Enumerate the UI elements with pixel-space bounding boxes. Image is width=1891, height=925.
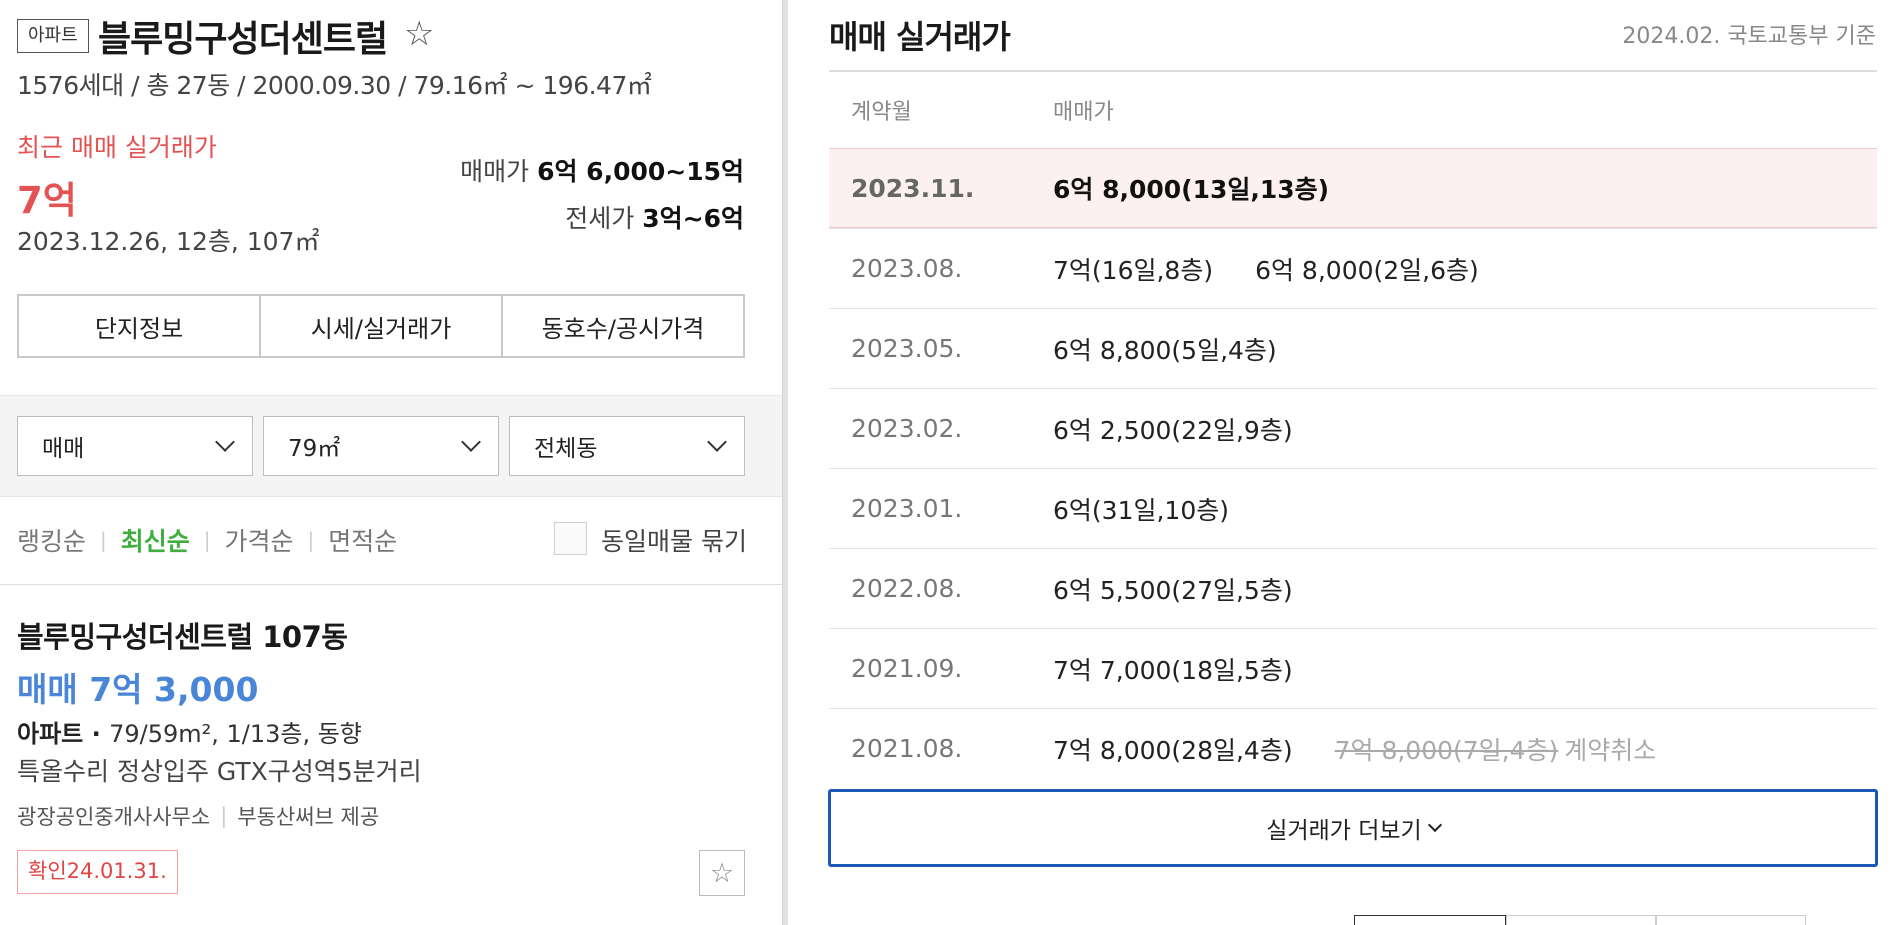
jeonse-price-range: 전세가 3억~6억: [565, 199, 744, 235]
complex-meta: 1576세대 / 총 27동 / 2000.09.30 / 79.16㎡ ~ 1…: [17, 71, 652, 100]
table-row: 2023.01. 6억(31일,10층): [829, 468, 1877, 548]
table-header: 계약월 매매가: [829, 72, 1877, 148]
listing-spec: 아파트 · 79/59m², 1/13층, 동향: [17, 714, 362, 749]
listing-favorite-star-icon[interactable]: ☆: [699, 850, 745, 896]
row-deal: 7억(16일,8층): [1053, 255, 1214, 285]
confirmed-date-badge: 확인24.01.31.: [17, 850, 178, 894]
favorite-star-icon[interactable]: ☆: [404, 14, 434, 54]
area-value: 79㎡: [288, 436, 341, 462]
sort-price[interactable]: 가격순: [225, 522, 294, 558]
table-row: 2021.09. 7억 7,000(18일,5층): [829, 628, 1877, 708]
cancelled-deal: 7억 8,000(7일,4층): [1334, 735, 1559, 765]
row-deal: 6억 2,500(22일,9층): [1053, 415, 1293, 445]
sort-ranking[interactable]: 랭킹순: [17, 522, 86, 558]
sort-separator: |: [307, 528, 315, 552]
row-month: 2023.05.: [851, 334, 963, 363]
area-select[interactable]: 79㎡: [263, 416, 499, 476]
row-deal: 6억(31일,10층): [1053, 495, 1229, 525]
table-row: 2022.08. 6억 5,500(27일,5층): [829, 548, 1877, 628]
pager-tab[interactable]: [1656, 915, 1806, 925]
complex-panel: 아파트 블루밍구성더센트럴 ☆ 1576세대 / 총 27동 / 2000.09…: [0, 0, 782, 925]
row-month: 2023.11.: [851, 173, 975, 203]
row-month: 2023.02.: [851, 414, 963, 443]
recent-trade-price: 7억: [17, 179, 77, 222]
row-deal: 7억 8,000(28일,4층): [1053, 735, 1293, 765]
col-header-month: 계약월: [851, 100, 912, 125]
pager-tab-active[interactable]: [1354, 915, 1506, 925]
table-row: 2023.05. 6억 8,800(5일,4층): [829, 308, 1877, 388]
row-deal: 7억 7,000(18일,5층): [1053, 655, 1293, 685]
sort-options: 랭킹순 | 최신순 | 가격순 | 면적순: [17, 522, 397, 558]
chevron-down-icon: [215, 432, 235, 452]
trade-type-select[interactable]: 매매: [17, 416, 253, 476]
jeonse-price-value: 3억~6억: [642, 204, 744, 233]
show-more-transactions-button[interactable]: 실거래가 더보기: [828, 789, 1878, 867]
sale-price-label: 매매가: [460, 157, 530, 186]
table-row: 2021.08. 7억 8,000(28일,4층) 7억 8,000(7일,4층…: [829, 708, 1877, 788]
provider-name: 부동산써브 제공: [237, 805, 380, 829]
complex-name: 블루밍구성더센트럴: [98, 19, 388, 60]
sort-separator: |: [203, 528, 211, 552]
tab-complex-info[interactable]: 단지정보: [19, 296, 259, 356]
row-month: 2021.09.: [851, 654, 963, 683]
list-divider: [0, 584, 782, 585]
listing-agent-info: 광장공인중개사사무소 | 부동산써브 제공: [17, 801, 379, 831]
row-deal: 6억 8,000(2일,6층): [1255, 255, 1479, 285]
transaction-panel: 매매 실거래가 2024.02. 국토교통부 기준 계약월 매매가 2023.1…: [788, 0, 1891, 925]
row-deal: 6억 8,800(5일,4층): [1053, 335, 1277, 365]
type-badge: 아파트: [17, 19, 89, 53]
recent-trade-detail: 2023.12.26, 12층, 107㎡: [17, 227, 320, 256]
col-header-price: 매매가: [1053, 100, 1114, 125]
building-select[interactable]: 전체동: [509, 416, 745, 476]
agent-separator: |: [220, 804, 228, 828]
cancel-note: 계약취소: [1564, 735, 1657, 765]
listing-title[interactable]: 블루밍구성더센트럴 107동: [17, 614, 348, 656]
transactions-source: 2024.02. 국토교통부 기준: [1622, 24, 1876, 49]
trade-type-value: 매매: [42, 436, 85, 462]
row-month: 2023.08.: [851, 254, 963, 283]
chevron-down-icon: [707, 432, 727, 452]
tab-market-price[interactable]: 시세/실거래가: [259, 296, 501, 356]
jeonse-price-label: 전세가: [565, 204, 635, 233]
listing-spec-text: 79/59m², 1/13층, 동향: [109, 720, 362, 748]
same-listing-label[interactable]: 동일매물 묶기: [601, 522, 747, 558]
transactions-title: 매매 실거래가: [829, 18, 1011, 56]
table-row: 2023.11. 6억 8,000(13일,13층): [829, 148, 1877, 228]
row-month: 2022.08.: [851, 574, 963, 603]
sort-latest[interactable]: 최신순: [121, 522, 190, 558]
agent-name: 광장공인중개사사무소: [17, 805, 211, 829]
complex-tabs: 단지정보 시세/실거래가 동호수/공시가격: [17, 294, 745, 358]
tab-unit-official-price[interactable]: 동호수/공시가격: [501, 296, 743, 356]
listing-type: 아파트 ·: [17, 720, 110, 748]
same-listing-checkbox[interactable]: [554, 522, 587, 555]
sale-price-value: 6억 6,000~15억: [537, 157, 744, 186]
row-deal: 6억 5,500(27일,5층): [1053, 575, 1293, 605]
listing-description: 특올수리 정상입주 GTX구성역5분거리: [17, 757, 422, 786]
table-row: 2023.08. 7억(16일,8층) 6억 8,000(2일,6층): [829, 228, 1877, 308]
sort-separator: |: [100, 528, 107, 552]
sort-area[interactable]: 면적순: [328, 522, 397, 558]
sale-price-range: 매매가 6억 6,000~15억: [460, 152, 744, 188]
show-more-label: 실거래가 더보기: [1266, 818, 1422, 844]
row-month: 2021.08.: [851, 734, 963, 763]
chevron-down-icon: [461, 432, 481, 452]
row-deal: 6억 8,000(13일,13층): [1053, 175, 1330, 204]
listing-price: 매매 7억 3,000: [17, 670, 259, 709]
recent-trade-label: 최근 매매 실거래가: [17, 133, 217, 162]
pager-tab[interactable]: [1506, 915, 1656, 925]
table-row: 2023.02. 6억 2,500(22일,9층): [829, 388, 1877, 468]
building-value: 전체동: [534, 436, 598, 462]
chevron-down-icon: [1427, 817, 1442, 833]
row-month: 2023.01.: [851, 494, 963, 523]
